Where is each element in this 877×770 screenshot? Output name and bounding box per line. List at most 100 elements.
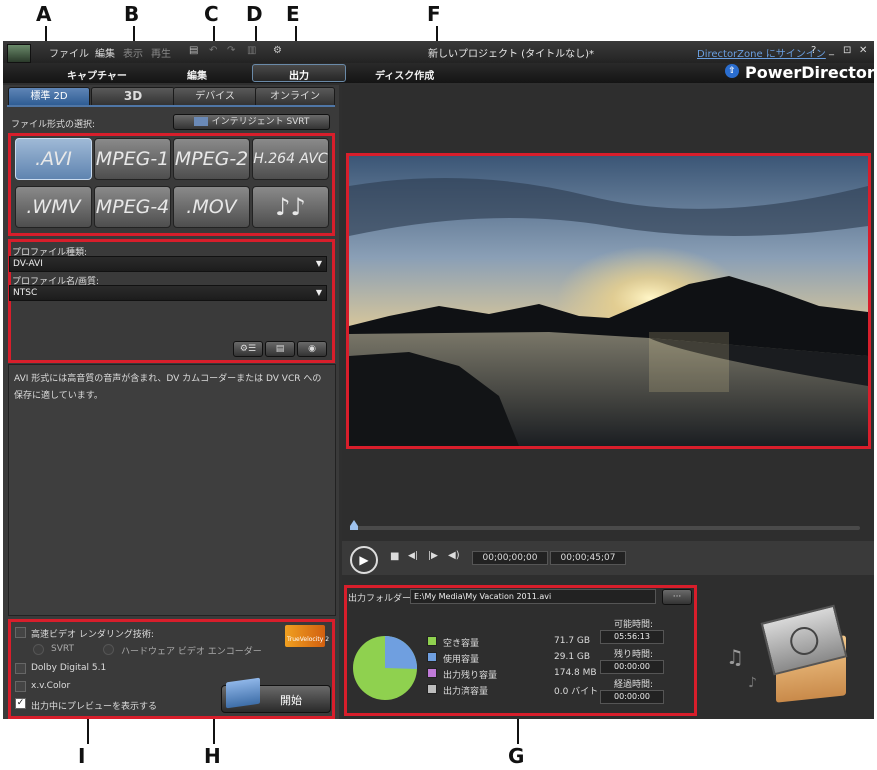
music-note-icon-small: ♪ — [748, 675, 757, 691]
pie-used-space — [385, 636, 418, 669]
menu-view[interactable]: 表示 — [123, 45, 143, 60]
profile-settings-button[interactable]: ⚙☰ — [233, 341, 263, 357]
save-icon[interactable]: ▤ — [189, 45, 198, 56]
output-illustration: ♫ ♪ — [718, 604, 868, 715]
chevron-down-icon: ▼ — [315, 288, 322, 297]
callout-e: E — [286, 2, 300, 26]
legend-used-value: 29.1 GB — [554, 652, 591, 662]
start-button-label: 開始 — [280, 694, 302, 707]
format-mpeg4-button[interactable]: MPEG-4 — [94, 186, 171, 228]
chevron-down-icon: ▼ — [315, 259, 322, 268]
legend-output-label: 出力済容量 — [443, 687, 489, 697]
eye-icon: ◉ — [308, 344, 316, 354]
nav-output[interactable]: 出力 — [289, 67, 309, 82]
main-nav-bar: キャプチャー 編集 出力 ディスク作成 ⇧ PowerDirector — [3, 63, 874, 83]
svrt-button[interactable]: インテリジェント SVRT — [173, 114, 330, 130]
scrub-handle[interactable] — [350, 520, 358, 530]
format-audio-button[interactable]: ♪♪ — [252, 186, 329, 228]
legend-output-swatch — [427, 684, 437, 694]
profile-preview-button[interactable]: ◉ — [297, 341, 327, 357]
callout-d: D — [246, 2, 263, 26]
format-description: AVI 形式には高音質の音声が含まれ、DV カムコーダーまたは DV VCR へ… — [14, 374, 322, 401]
output-folder-label: 出力フォルダー: — [348, 594, 415, 604]
profile-type-value: DV-AVI — [13, 259, 43, 269]
preview-video-frame — [349, 156, 868, 446]
nav-capture[interactable]: キャプチャー — [67, 67, 127, 82]
undo-icon[interactable]: ↶ — [209, 45, 217, 56]
preview-label: 出力中にプレビューを表示する — [31, 702, 158, 712]
format-mpeg2-button[interactable]: MPEG-2 — [173, 138, 250, 180]
disk-usage-pie-chart — [353, 636, 418, 700]
profile-type-dropdown[interactable]: DV-AVI ▼ — [9, 256, 327, 272]
signin-link[interactable]: DirectorZone にサインイン — [697, 45, 826, 60]
preview-panel: ▶ ■ ◀| |▶ ◀) 00;00;00;00 00;00;45;07 出力フ… — [342, 85, 874, 719]
svrt-icon — [193, 117, 208, 126]
redo-icon[interactable]: ↷ — [227, 45, 235, 56]
xvcolor-checkbox[interactable] — [15, 681, 26, 692]
available-time-label: 可能時間: — [614, 620, 654, 630]
svrt-radio-label: SVRT — [51, 644, 74, 654]
output-folder-field[interactable]: E:\My Media\My Vacation 2011.avi — [410, 589, 656, 604]
available-time-value: 05:56:13 — [600, 630, 664, 644]
format-mov-button[interactable]: .MOV — [173, 186, 250, 228]
preview-checkbox[interactable]: ✓ — [15, 698, 26, 709]
music-note-icon: ♫ — [726, 645, 744, 669]
start-button[interactable]: 開始 — [221, 677, 331, 713]
xvcolor-label: x.v.Color — [31, 681, 71, 691]
format-mpeg1-button[interactable]: MPEG-1 — [94, 138, 171, 180]
callout-a: A — [36, 2, 52, 26]
stop-icon[interactable]: ■ — [390, 551, 399, 562]
format-wmv-button[interactable]: .WMV — [15, 186, 92, 228]
callout-f: F — [427, 2, 441, 26]
tab-device[interactable]: デバイス — [173, 87, 257, 106]
details-icon: ▤ — [275, 344, 285, 354]
profile-details-button[interactable]: ▤ — [265, 341, 295, 357]
browse-button[interactable]: ··· — [662, 589, 692, 605]
fast-render-label: 高速ビデオ レンダリング技術: — [31, 630, 154, 640]
nav-edit[interactable]: 編集 — [187, 67, 207, 82]
next-frame-icon[interactable]: |▶ — [428, 551, 438, 561]
format-h264-button[interactable]: H.264 AVC — [252, 138, 329, 180]
tab-online[interactable]: オンライン — [255, 87, 335, 106]
menu-play[interactable]: 再生 — [151, 45, 171, 60]
callout-i: I — [78, 744, 86, 768]
svrt-radio[interactable] — [33, 644, 44, 655]
title-bar: ファイル 編集 表示 再生 ▤ ↶ ↷ ▥ ⚙ 新しいプロジェクト (タイトルな… — [3, 41, 874, 63]
callout-c: C — [204, 2, 219, 26]
menu-edit[interactable]: 編集 — [95, 45, 115, 60]
prev-frame-icon[interactable]: ◀| — [408, 551, 418, 561]
elapsed-time-label: 経過時間: — [614, 680, 654, 690]
remaining-time-label: 残り時間: — [614, 650, 654, 660]
volume-icon[interactable]: ◀) — [448, 550, 460, 561]
svrt-button-label: インテリジェント SVRT — [211, 117, 310, 127]
close-button[interactable]: ✕ — [859, 45, 867, 56]
elapsed-time-value: 00:00:00 — [600, 690, 664, 704]
maximize-button[interactable]: ⊡ — [843, 45, 851, 56]
profile-name-dropdown[interactable]: NTSC ▼ — [9, 285, 327, 301]
brand-name: PowerDirector — [745, 63, 874, 82]
callout-h: H — [204, 744, 221, 768]
layout-icon[interactable]: ▥ — [247, 45, 256, 56]
help-button[interactable]: ? — [811, 45, 816, 56]
callout-b: B — [124, 2, 140, 26]
timeline-scrub-bar[interactable] — [352, 526, 860, 530]
legend-remaining-swatch — [427, 668, 437, 678]
minimize-button[interactable]: _ — [829, 45, 834, 56]
timecode-current: 00;00;00;00 — [472, 551, 548, 565]
film-icon — [226, 677, 260, 709]
tab-standard-2d[interactable]: 標準 2D — [8, 87, 90, 106]
hw-encoder-label: ハードウェア ビデオ エンコーダー — [121, 647, 262, 657]
menu-file[interactable]: ファイル — [49, 45, 89, 60]
fast-render-checkbox[interactable] — [15, 627, 26, 638]
legend-remaining-value: 174.8 MB — [554, 668, 597, 678]
hw-encoder-radio[interactable] — [103, 644, 114, 655]
nav-disc[interactable]: ディスク作成 — [375, 67, 434, 82]
tab-3d[interactable]: 3D — [91, 87, 175, 106]
dolby-checkbox[interactable] — [15, 663, 26, 674]
legend-remaining-label: 出力残り容量 — [443, 671, 498, 681]
format-avi-button[interactable]: .AVI — [15, 138, 92, 180]
tab-underline — [7, 105, 335, 107]
timecode-total: 00;00;45;07 — [550, 551, 626, 565]
settings-gear-icon[interactable]: ⚙ — [273, 45, 282, 56]
play-icon[interactable]: ▶ — [350, 546, 378, 574]
